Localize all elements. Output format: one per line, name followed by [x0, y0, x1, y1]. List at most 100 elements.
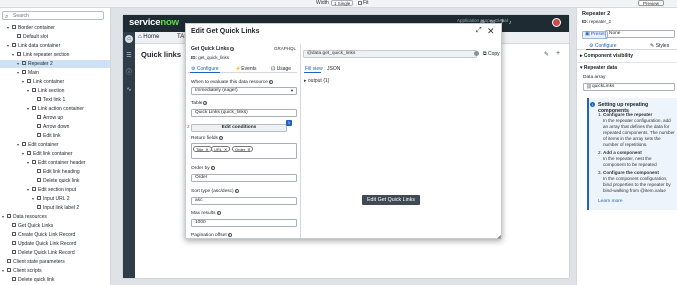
component-icon	[17, 34, 21, 39]
tree-item-label: Client scripts	[13, 268, 42, 274]
tree-item[interactable]: Delete quick link	[0, 177, 110, 185]
info-icon[interactable]: i	[216, 211, 221, 215]
tree-item-label: Default slot	[23, 34, 49, 40]
tree-item-label: Border container	[18, 25, 55, 31]
info-icon[interactable]: i	[268, 80, 273, 84]
section-item[interactable]: Update Quick Link Record	[0, 240, 110, 248]
sort-type-input[interactable]: asc	[191, 197, 297, 205]
info-icon[interactable]: i	[203, 101, 208, 105]
top-toolbar: Width 1 Single Fit Preview	[0, 0, 677, 8]
section-repeater-data[interactable]: ▾ Repeater data	[580, 65, 617, 71]
tree-item[interactable]: Arrow down	[0, 123, 110, 131]
field-chip[interactable]: Order ✕	[232, 146, 254, 152]
component-icon	[12, 232, 16, 237]
section-item[interactable]: ▾ Data resources	[0, 213, 110, 221]
max-results-input[interactable]: 1000	[191, 219, 297, 227]
component-icon	[37, 205, 41, 210]
section-item[interactable]: Get Quick Links	[0, 222, 110, 230]
search-input[interactable]: ⌕ Search	[2, 11, 104, 20]
tab-json[interactable]: JSON	[327, 66, 340, 72]
section-item[interactable]: ▾ Client scripts	[0, 267, 110, 275]
resize-handle-icon[interactable]: ◢	[497, 234, 501, 240]
data-array-input[interactable]: ⛓ quickLinks	[583, 83, 675, 91]
data-path-field[interactable]: @data.get_quick_links	[303, 50, 477, 58]
section-item[interactable]: Delete Quick Link Record	[0, 249, 110, 257]
component-icon	[37, 169, 41, 174]
preset-label: ▣ Preset	[582, 31, 608, 39]
home-icon[interactable]: ⌂	[125, 35, 133, 43]
table-label: Table i	[191, 101, 208, 106]
section-item[interactable]: Client state parameters	[0, 258, 110, 266]
tree-item-label: Text link 1	[43, 97, 66, 103]
fit-checkbox[interactable]	[358, 0, 362, 5]
list-icon[interactable]: ☰	[125, 52, 133, 60]
component-icon	[12, 223, 16, 228]
preset-select[interactable]: None	[605, 30, 675, 38]
tree-item[interactable]: ▾ Edit link container	[0, 150, 110, 158]
tree-item[interactable]: ▾ Edit container	[0, 141, 110, 149]
tab-styles[interactable]: ✎ Styles	[650, 43, 669, 49]
field-chip[interactable]: URL ✕	[211, 146, 231, 152]
tree-item[interactable]: ▾ Link container	[0, 78, 110, 86]
section-item[interactable]: Create Quick Link Record	[0, 231, 110, 239]
tree-item-label: Main	[28, 70, 39, 76]
tab-events[interactable]: ⚡Events	[235, 66, 257, 72]
tree-item[interactable]: ▾ Edit container header	[0, 159, 110, 167]
tree-item[interactable]: Text link 1	[0, 96, 110, 104]
edit-conditions-button[interactable]: Edit conditions	[191, 124, 287, 132]
section-component-visibility[interactable]: ▸ Component visibility	[580, 53, 633, 59]
tree-item[interactable]: ▾ Link section	[0, 87, 110, 95]
tree-item-label: Arrow up	[43, 115, 64, 121]
copy-button[interactable]: ⧉ Copy	[483, 51, 500, 57]
width-select[interactable]: 1 Single	[331, 0, 353, 6]
info-icon[interactable]: ⓘ	[125, 69, 133, 77]
tree-item-label: Update Quick Link Record	[18, 241, 77, 247]
avatar[interactable]	[552, 18, 561, 27]
tree-item-label: Delete quick link	[18, 277, 55, 283]
when-select[interactable]: Immediately (eager) ▼	[191, 87, 297, 95]
add-icon[interactable]: +	[556, 50, 560, 57]
activity-icon[interactable]: ∿	[125, 86, 133, 94]
tab-home[interactable]: ⌂ Home	[138, 34, 159, 40]
preview-button[interactable]: Preview	[638, 0, 664, 6]
tab-usage[interactable]: ⊡ Usage	[271, 66, 291, 72]
output-tree-node[interactable]: ▸ output {1}	[304, 78, 329, 84]
component-icon	[12, 277, 16, 282]
tree-item[interactable]: ▾ Input URL 2	[0, 195, 110, 203]
tree-item[interactable]: ▾ Edit section input	[0, 186, 110, 194]
tree-item[interactable]: ▾ Main	[0, 69, 110, 77]
field-chip[interactable]: Title ✕	[193, 146, 212, 152]
fit-toggle[interactable]: Fit	[358, 0, 369, 6]
component-icon	[32, 160, 36, 165]
component-id: ID: repeater_2	[582, 19, 612, 24]
tree-item[interactable]: Arrow up	[0, 114, 110, 122]
expand-icon[interactable]: ⤢	[476, 27, 482, 35]
info-icon[interactable]: i	[234, 189, 239, 193]
pencil-icon[interactable]: ✎	[544, 51, 549, 58]
order-by-input[interactable]: Order	[191, 174, 297, 182]
tree-item-label: Get Quick Links	[18, 223, 54, 229]
help-step-text: bind-walking from @item.value	[603, 188, 666, 193]
bell-icon[interactable]: ♪	[509, 20, 517, 26]
section-item[interactable]: Delete quick link	[0, 276, 110, 284]
tree-item[interactable]: ▾ Border container	[0, 24, 110, 32]
info-icon[interactable]: i	[218, 136, 223, 140]
info-icon[interactable]: i	[227, 233, 232, 237]
tree-item[interactable]: ▾ Link repeater section	[0, 51, 110, 59]
component-icon	[12, 25, 16, 30]
tree-item[interactable]: Edit link	[0, 132, 110, 140]
table-input[interactable]: Quick Links (quick_links)	[191, 109, 297, 117]
info-icon[interactable]: i	[210, 166, 215, 170]
tree-item[interactable]: Input link label 2	[0, 204, 110, 212]
info-icon[interactable]: i	[230, 47, 235, 51]
component-icon	[27, 151, 31, 156]
tree-item[interactable]: Edit link heading	[0, 168, 110, 176]
tree-item[interactable]: ▾ Link action container	[0, 105, 110, 113]
tree-item[interactable]: Default slot	[0, 33, 110, 41]
tree-item[interactable]: ▾ Repeater 2	[0, 60, 110, 68]
active-tab-indicator	[586, 49, 620, 50]
required-marker: 2	[187, 124, 190, 129]
tree-item[interactable]: ▾ Link data container	[0, 42, 110, 50]
close-icon[interactable]: ✕	[487, 26, 495, 37]
learn-more-link[interactable]: Learn more	[598, 199, 623, 204]
